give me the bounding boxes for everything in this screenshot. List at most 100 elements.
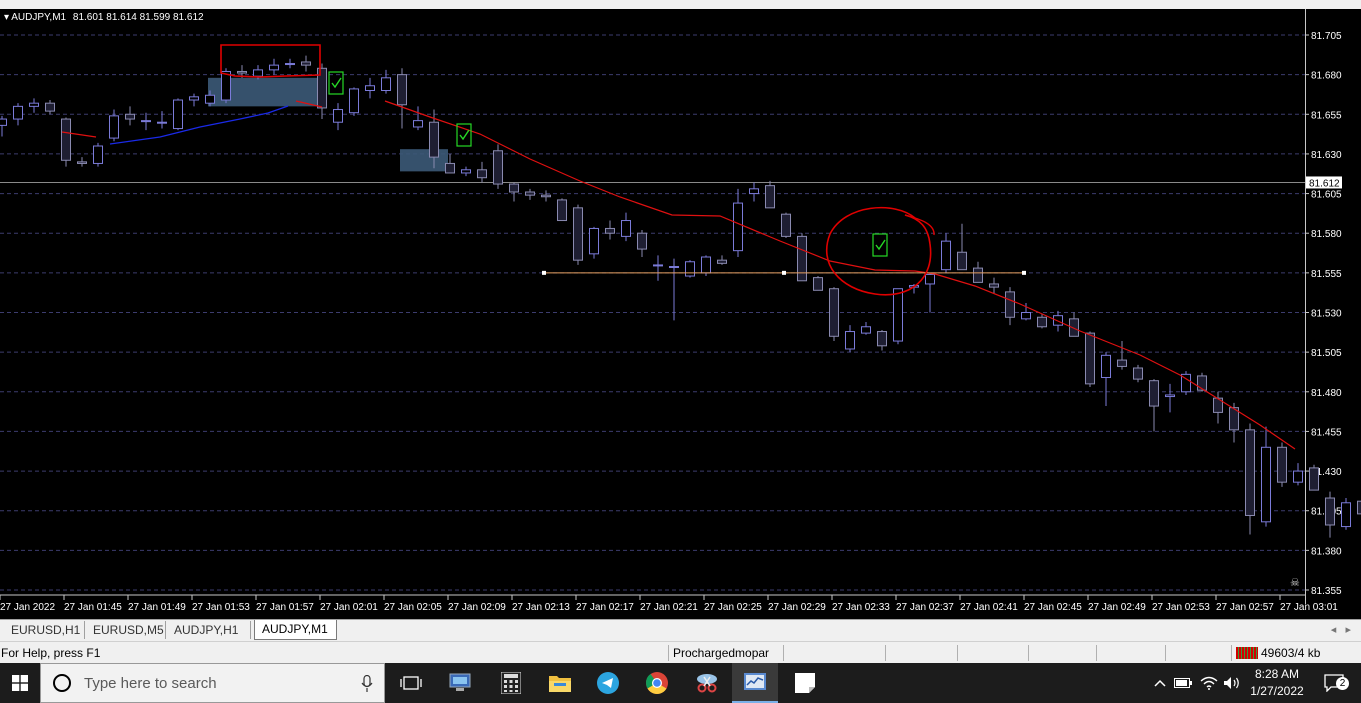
collapse-arrow-icon[interactable]: ▾ (4, 12, 9, 23)
taskbar-app-telegram[interactable] (592, 663, 624, 703)
candle-bear (445, 162, 455, 174)
level-anchor (542, 270, 546, 275)
price-label: 81.355 (1311, 586, 1342, 597)
taskbar-app-network-tool[interactable] (444, 663, 476, 703)
tray-wifi[interactable] (1198, 663, 1220, 703)
supply-zone-2 (400, 149, 448, 172)
candle-bull (653, 264, 663, 267)
task-view-button[interactable] (396, 663, 426, 703)
time-label: 27 Jan 02:57 (1216, 602, 1274, 613)
annotation-rectangle (220, 44, 321, 78)
candle-bear (717, 259, 727, 264)
candle-bull (141, 120, 151, 123)
candle-bear (1005, 291, 1015, 318)
symbol-name: AUDJPY,M1 (11, 12, 67, 23)
tab-eurusd-m5[interactable]: EURUSD,M5 (86, 621, 166, 639)
tab-audjpy-m1[interactable]: AUDJPY,M1 (254, 620, 337, 640)
tray-show-hidden[interactable] (1150, 663, 1170, 703)
help-text: For Help, press F1 (1, 646, 101, 660)
candle-bull (205, 94, 215, 104)
candle-bull (685, 261, 695, 277)
candle-bear (829, 288, 839, 337)
time-label: 27 Jan 02:09 (448, 602, 506, 613)
candle-bear (397, 74, 407, 106)
tray-volume[interactable] (1221, 663, 1243, 703)
scroll-left-icon[interactable]: ◂ (1331, 624, 1337, 636)
time-label: 27 Jan 02:45 (1024, 602, 1082, 613)
candle-bull (1293, 470, 1303, 483)
candle-bull (269, 64, 279, 71)
signal-check-icon (459, 129, 470, 141)
level-anchor (1022, 270, 1026, 275)
blue-moving-average (109, 105, 289, 145)
candle-bull (381, 77, 391, 91)
candle-bull (157, 121, 167, 124)
candle-bear (1309, 467, 1319, 491)
tab-audjpy-h1[interactable]: AUDJPY,H1 (167, 621, 251, 639)
time-label: 27 Jan 01:49 (128, 602, 186, 613)
taskbar-app-file-explorer[interactable] (544, 663, 576, 703)
tab-scroll-arrows[interactable]: ◂ ▸ (1331, 623, 1351, 636)
task-view-icon (400, 676, 422, 690)
price-label: 81.655 (1311, 110, 1342, 121)
candle-bear (765, 185, 775, 209)
search-placeholder: Type here to search (84, 675, 217, 692)
connection-status[interactable]: 49603/4 kb (1236, 646, 1320, 660)
time-label: 27 Jan 01:45 (64, 602, 122, 613)
connection-bars-icon (1236, 647, 1258, 659)
candle-bull (589, 227, 599, 255)
candle-bull (701, 256, 711, 274)
candle-bear (813, 277, 823, 291)
candle-bear (477, 169, 487, 179)
candle-bear (557, 199, 567, 222)
system-clock[interactable]: 8:28 AM 1/27/2022 (1244, 666, 1310, 700)
taskbar-app-chrome[interactable] (641, 663, 673, 703)
time-label: 27 Jan 02:33 (832, 602, 890, 613)
microphone-icon[interactable] (361, 675, 373, 693)
candle-bull (893, 288, 903, 342)
search-icon (53, 674, 71, 692)
candle-bear (1085, 332, 1095, 385)
windows-icon (12, 675, 28, 691)
candle-bear (1069, 318, 1079, 337)
candle-bull (941, 240, 951, 271)
candle-bear (1037, 316, 1047, 328)
candle-bear (1277, 446, 1287, 483)
tab-eurusd-h1[interactable]: EURUSD,H1 (4, 621, 85, 639)
candle-bull (1165, 394, 1175, 398)
notification-center-button[interactable]: 2 (1314, 663, 1354, 703)
annotation-circle (825, 206, 932, 296)
price-label: 81.705 (1311, 31, 1342, 42)
candle-bear (525, 191, 535, 196)
traffic-text: 49603/4 kb (1261, 646, 1321, 660)
candle-bear (1149, 380, 1159, 407)
search-box[interactable]: Type here to search (40, 663, 385, 703)
time-label: 27 Jan 02:05 (384, 602, 442, 613)
candle-bull (1101, 354, 1111, 379)
scissors-icon (697, 674, 717, 693)
taskbar-app-metatrader[interactable] (732, 663, 778, 703)
metatrader-icon (744, 673, 766, 690)
price-label: 81.455 (1311, 427, 1342, 438)
time-label: 27 Jan 2022 (0, 602, 55, 613)
candle-bull (733, 202, 743, 252)
candle-bull (749, 188, 759, 195)
price-chart[interactable]: 81.705 81.680 81.655 81.630 81.605 81.580 81.5… (0, 9, 1361, 616)
candle-bull (93, 145, 103, 164)
start-button[interactable] (0, 663, 40, 703)
signal-marker (328, 71, 344, 95)
taskbar-app-snipping-tool[interactable] (691, 663, 723, 703)
tray-battery[interactable] (1172, 663, 1194, 703)
taskbar: Type here to search 8:28 AM 1/27/2022 2 (0, 663, 1361, 703)
price-label: 81.555 (1311, 269, 1342, 280)
candle-bear (797, 235, 807, 282)
annotation-tail (904, 214, 935, 236)
taskbar-app-sticky-notes[interactable] (789, 663, 821, 703)
price-label: 81.630 (1311, 150, 1342, 161)
candle-bear (61, 118, 71, 161)
chart-canvas[interactable]: 81.705 81.680 81.655 81.630 81.605 81.580 81.5… (0, 9, 1361, 616)
taskbar-app-calculator[interactable] (495, 663, 527, 703)
candle-bull (349, 88, 359, 114)
scroll-right-icon[interactable]: ▸ (1345, 624, 1351, 636)
candle-bull (365, 85, 375, 92)
